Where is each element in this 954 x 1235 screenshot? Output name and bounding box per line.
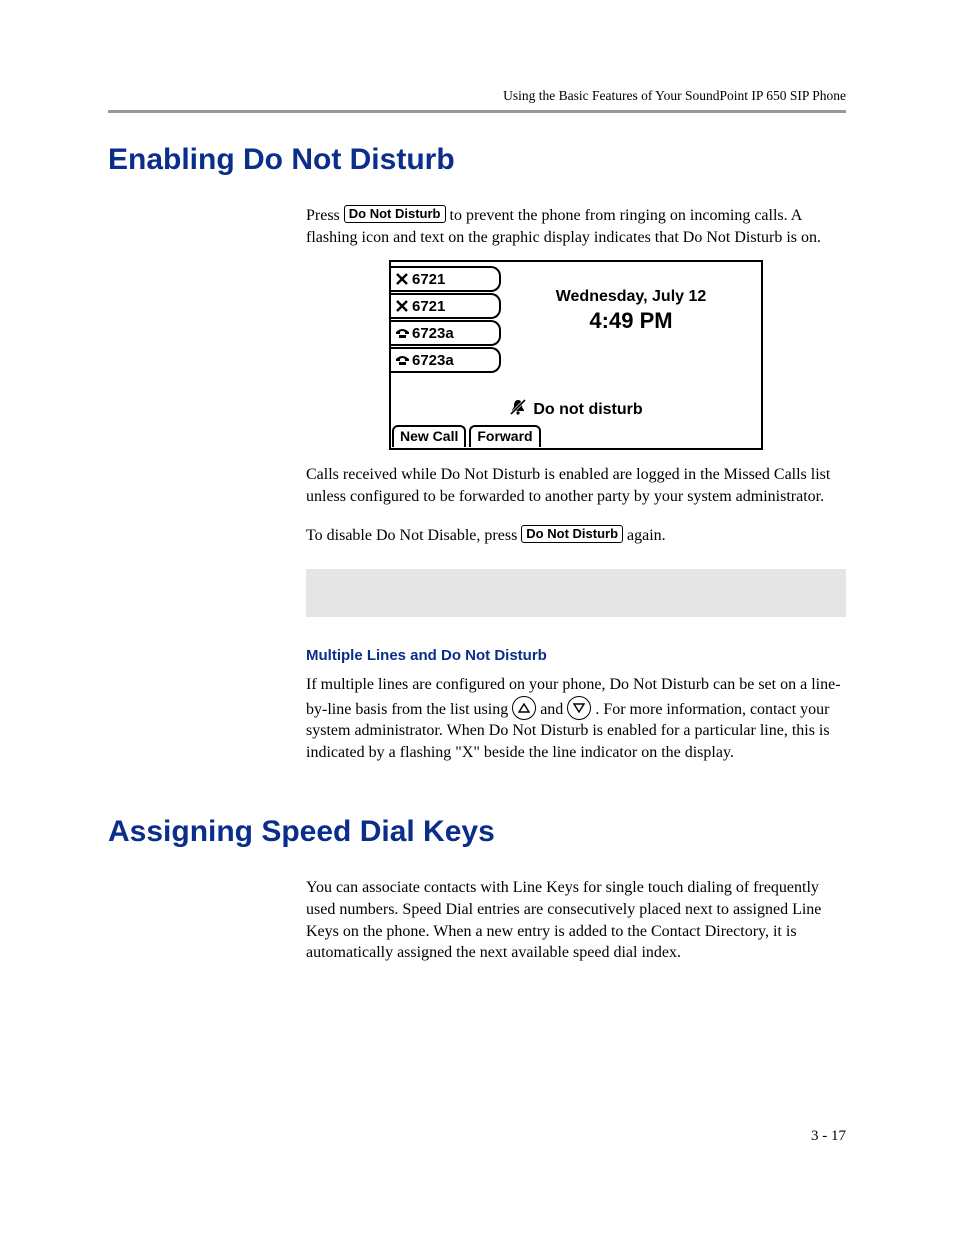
- screen-date: Wednesday, July 12: [501, 288, 761, 306]
- bell-slash-icon: [509, 398, 527, 421]
- line-key-2: 6721: [391, 293, 501, 319]
- subsection-heading: Multiple Lines and Do Not Disturb: [306, 647, 846, 664]
- paragraph: Calls received while Do Not Disturb is e…: [306, 464, 846, 507]
- text: Press: [306, 207, 344, 224]
- line-key-4: 6723a: [391, 347, 501, 373]
- down-arrow-button-icon: [567, 696, 591, 720]
- page-number: 3 - 17: [811, 1128, 846, 1145]
- softkey-forward: Forward: [469, 425, 540, 447]
- running-header: Using the Basic Features of Your SoundPo…: [108, 88, 846, 104]
- x-icon: [395, 273, 409, 285]
- section-heading-speed-dial: Assigning Speed Dial Keys: [108, 815, 846, 849]
- text: and: [540, 701, 567, 718]
- section-heading-dnd: Enabling Do Not Disturb: [108, 143, 846, 177]
- softkey-new-call: New Call: [392, 425, 466, 447]
- paragraph: To disable Do Not Disable, press Do Not …: [306, 525, 846, 547]
- line-key-3: 6723a: [391, 320, 501, 346]
- line-label: 6723a: [412, 325, 454, 342]
- phone-screen-illustration: 6721 6721 6723a: [389, 260, 763, 450]
- text: To disable Do Not Disable, press: [306, 527, 521, 544]
- x-icon: [395, 300, 409, 312]
- line-label: 6721: [412, 298, 445, 315]
- screen-time: 4:49 PM: [501, 308, 761, 334]
- line-label: 6723a: [412, 352, 454, 369]
- note-placeholder: [306, 569, 846, 617]
- paragraph: You can associate contacts with Line Key…: [306, 877, 846, 963]
- phone-icon: [395, 355, 409, 366]
- paragraph: Press Do Not Disturb to prevent the phon…: [306, 205, 846, 248]
- line-key-1: 6721: [391, 266, 501, 292]
- line-label: 6721: [412, 271, 445, 288]
- up-arrow-button-icon: [512, 696, 536, 720]
- do-not-disturb-key-icon: Do Not Disturb: [344, 205, 446, 223]
- screen-status-text: Do not disturb: [533, 401, 642, 419]
- text: again.: [627, 527, 666, 544]
- do-not-disturb-key-icon: Do Not Disturb: [521, 525, 623, 543]
- paragraph: If multiple lines are configured on your…: [306, 674, 846, 763]
- header-rule: [108, 110, 846, 113]
- phone-icon: [395, 328, 409, 339]
